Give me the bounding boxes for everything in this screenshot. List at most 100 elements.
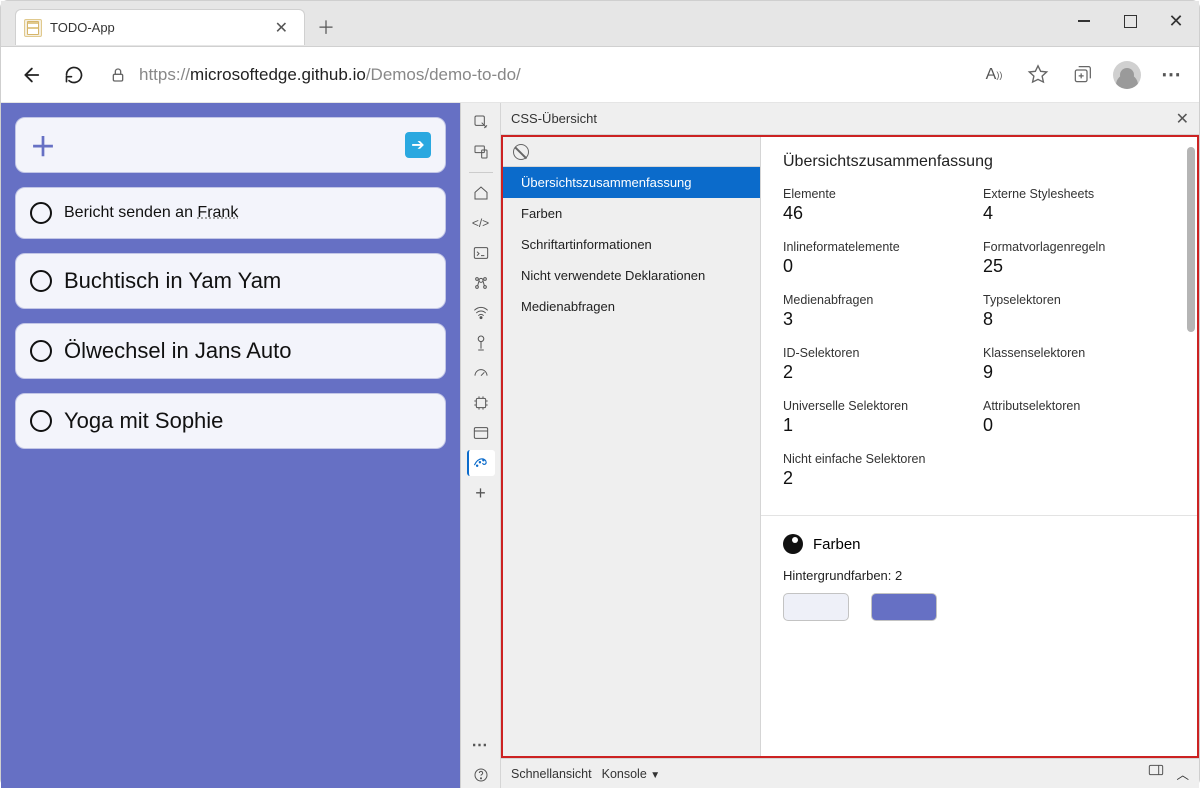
scrollbar[interactable]: [1187, 147, 1195, 332]
plus-icon: ＋: [30, 127, 56, 164]
stat-value: 3: [783, 309, 975, 330]
welcome-icon[interactable]: [467, 180, 495, 206]
stat-label: Universelle Selektoren: [783, 399, 975, 413]
more-menu-button[interactable]: ⋯: [1159, 62, 1185, 88]
window-titlebar: TODO-App ✕ ＋ ✕: [1, 1, 1199, 47]
devtools: </> + ⋯ CSS-Übersicht ✕: [460, 103, 1199, 788]
maximize-button[interactable]: [1107, 1, 1153, 41]
css-overview-sidebar: Übersichtszusammenfassung Farben Schrift…: [503, 137, 761, 756]
help-icon[interactable]: [467, 762, 495, 788]
todo-text: Bericht senden an Frank: [64, 204, 238, 222]
todo-text: Buchtisch in Yam Yam: [64, 268, 281, 294]
stat-label: Attributselektoren: [983, 399, 1175, 413]
stat-value: 0: [983, 415, 1175, 436]
nav-unused[interactable]: Nicht verwendete Deklarationen: [503, 260, 760, 291]
stat-label: Elemente: [783, 187, 975, 201]
css-overview-icon[interactable]: [467, 450, 495, 476]
add-task-card[interactable]: ＋ ➔: [15, 117, 446, 173]
submit-arrow-button[interactable]: ➔: [405, 132, 431, 158]
dock-icon[interactable]: [1148, 764, 1164, 783]
console-tab[interactable]: Konsole ▼: [602, 767, 661, 781]
stat-label: Medienabfragen: [783, 293, 975, 307]
todo-app: ＋ ➔ Bericht senden an Frank Buchtisch in…: [1, 103, 460, 788]
palette-icon: [783, 534, 803, 554]
stat-value: 9: [983, 362, 1175, 383]
color-swatch[interactable]: [783, 593, 849, 621]
stat-value: 1: [783, 415, 975, 436]
radio-icon[interactable]: [30, 270, 52, 292]
todo-item[interactable]: Buchtisch in Yam Yam: [15, 253, 446, 309]
performance-icon[interactable]: [467, 360, 495, 386]
close-devtools-button[interactable]: ✕: [1176, 109, 1189, 129]
stat-value: 2: [783, 468, 1175, 489]
close-tab-button[interactable]: ✕: [269, 16, 294, 40]
radio-icon[interactable]: [30, 202, 52, 224]
stat-label: Inlineformatelemente: [783, 240, 975, 254]
devtools-panel-title: CSS-Übersicht ✕: [501, 103, 1199, 135]
read-aloud-icon[interactable]: A)): [981, 62, 1007, 88]
radio-icon[interactable]: [30, 340, 52, 362]
browser-tab[interactable]: TODO-App ✕: [15, 9, 305, 45]
main-area: ＋ ➔ Bericht senden an Frank Buchtisch in…: [1, 103, 1199, 788]
minimize-button[interactable]: [1061, 1, 1107, 41]
console-icon[interactable]: [467, 240, 495, 266]
sources-icon[interactable]: [467, 270, 495, 296]
todo-item[interactable]: Ölwechsel in Jans Auto: [15, 323, 446, 379]
stat-label: Typselektoren: [983, 293, 1175, 307]
stat-value: 4: [983, 203, 1175, 224]
stat-value: 46: [783, 203, 975, 224]
stat-value: 0: [783, 256, 975, 277]
tab-title: TODO-App: [50, 20, 115, 35]
window-controls: ✕: [1061, 1, 1199, 41]
memory-icon[interactable]: [467, 390, 495, 416]
inspect-icon[interactable]: [467, 109, 495, 135]
application-icon[interactable]: [467, 420, 495, 446]
todo-item[interactable]: Yoga mit Sophie: [15, 393, 446, 449]
bg-colors-label: Hintergrundfarben: 2: [761, 560, 1197, 593]
stat-label: Klassenselektoren: [983, 346, 1175, 360]
quickview-label: Schnellansicht: [511, 767, 592, 781]
clipboard-icon: [24, 19, 42, 37]
devtools-activity-bar: </> + ⋯: [461, 103, 501, 788]
stat-value: 8: [983, 309, 1175, 330]
collections-icon[interactable]: [1069, 62, 1095, 88]
stat-value: 2: [783, 362, 975, 383]
nav-media[interactable]: Medienabfragen: [503, 291, 760, 322]
clear-overview-button[interactable]: [503, 137, 760, 167]
new-tab-button[interactable]: ＋: [309, 10, 343, 44]
refresh-button[interactable]: [59, 60, 89, 90]
more-tools-icon[interactable]: +: [467, 480, 495, 506]
nav-colors[interactable]: Farben: [503, 198, 760, 229]
back-button[interactable]: [15, 60, 45, 90]
chevron-up-icon[interactable]: ︿: [1176, 764, 1189, 783]
devtools-more-icon[interactable]: ⋯: [467, 732, 495, 758]
stat-value: 25: [983, 256, 1175, 277]
radio-icon[interactable]: [30, 410, 52, 432]
lighthouse-icon[interactable]: [467, 330, 495, 356]
stat-label: Externe Stylesheets: [983, 187, 1175, 201]
lock-icon: [109, 66, 127, 84]
summary-heading: Übersichtszusammenfassung: [761, 137, 1197, 181]
stat-label: ID-Selektoren: [783, 346, 975, 360]
todo-text: Yoga mit Sophie: [64, 408, 223, 434]
address-bar[interactable]: https://microsoftedge.github.io/Demos/de…: [103, 65, 967, 85]
colors-heading: Farben: [761, 516, 1197, 560]
elements-icon[interactable]: </>: [467, 210, 495, 236]
color-swatch[interactable]: [871, 593, 937, 621]
todo-item[interactable]: Bericht senden an Frank: [15, 187, 446, 239]
close-window-button[interactable]: ✕: [1153, 1, 1199, 41]
favorite-icon[interactable]: [1025, 62, 1051, 88]
nav-fonts[interactable]: Schriftartinformationen: [503, 229, 760, 260]
profile-avatar[interactable]: [1113, 61, 1141, 89]
devtools-drawer: Schnellansicht Konsole ▼ ︿: [501, 758, 1199, 788]
nav-summary[interactable]: Übersichtszusammenfassung: [503, 167, 760, 198]
css-overview-content: Übersichtszusammenfassung Elemente 46 Ext…: [761, 137, 1197, 756]
network-icon[interactable]: [467, 300, 495, 326]
highlight-box: Übersichtszusammenfassung Farben Schrift…: [501, 135, 1199, 758]
stat-label: Nicht einfache Selektoren: [783, 452, 1175, 466]
browser-toolbar: https://microsoftedge.github.io/Demos/de…: [1, 47, 1199, 103]
todo-text: Ölwechsel in Jans Auto: [64, 338, 291, 364]
device-icon[interactable]: [467, 139, 495, 165]
cancel-icon: [513, 144, 529, 160]
url-text: https://microsoftedge.github.io/Demos/de…: [139, 65, 521, 85]
